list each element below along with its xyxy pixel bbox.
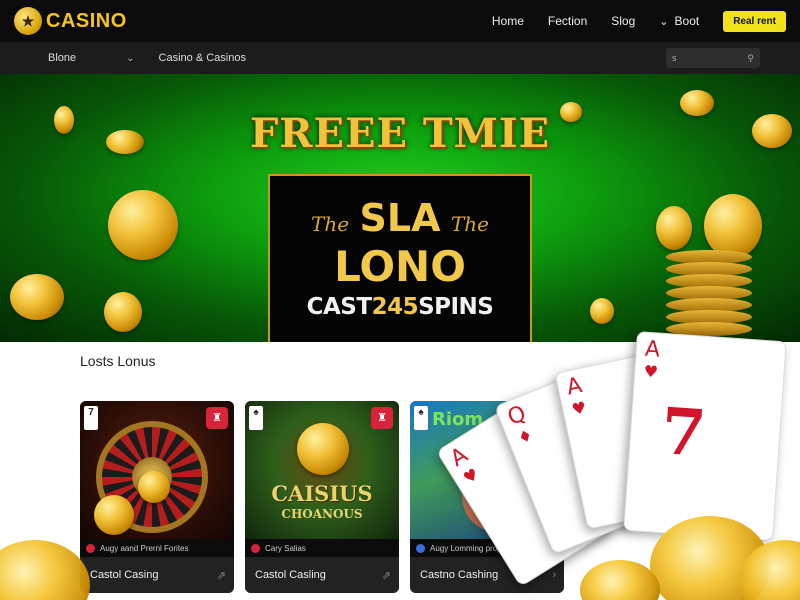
- logo-text: CASINO: [46, 9, 127, 32]
- art-subtitle: CHOANOUS: [281, 507, 363, 521]
- category-selector[interactable]: Blone ⌄: [48, 52, 135, 64]
- card-footer[interactable]: Castol Casing ⇗: [80, 557, 234, 593]
- nav-link-slog[interactable]: Slog: [611, 14, 635, 28]
- search-icon: ⚲: [747, 52, 754, 63]
- card-info-text: Cary Salias: [265, 543, 306, 553]
- gold-coin-icon: [94, 495, 134, 535]
- arrow-up-right-icon[interactable]: ⇗: [217, 569, 226, 582]
- card-big-seven: 7: [658, 394, 709, 472]
- coin-stack-icon: [666, 250, 752, 342]
- hero-title: FREEE TMIE: [249, 110, 551, 157]
- promo-spins: CAST245SPINS: [270, 294, 530, 320]
- card-suit-badge: ♠: [414, 406, 428, 430]
- info-dot-icon: [86, 543, 95, 553]
- promo-number: 245: [371, 294, 419, 320]
- gold-coin-icon: [656, 206, 692, 250]
- real-rent-button[interactable]: Real rent: [723, 10, 786, 32]
- section-title: Losts Lonus: [80, 353, 156, 369]
- logo-star-icon: ★: [14, 7, 42, 35]
- search-placeholder: s: [672, 53, 677, 63]
- art-title: CAISIUS: [271, 481, 373, 506]
- logo[interactable]: ★ CASINO: [14, 7, 127, 35]
- info-dot-icon: [416, 543, 425, 553]
- gold-coin-icon: [108, 190, 178, 260]
- search-input[interactable]: s ⚲: [666, 48, 760, 68]
- chevron-right-icon[interactable]: ›: [552, 569, 556, 581]
- nav-link-fection[interactable]: Fection: [548, 14, 587, 28]
- card-rank: A ♥: [564, 373, 589, 421]
- game-card[interactable]: CAISIUS CHOANOUS ♠ ♜ Cary Salias Castol …: [245, 401, 399, 593]
- info-dot-icon: [251, 543, 260, 553]
- gold-coin-icon: [580, 560, 660, 600]
- playing-card: A ♥ 7: [623, 331, 787, 541]
- promo-spins-label: SPINS: [418, 294, 494, 320]
- card-rank-letter: A: [644, 336, 661, 363]
- promo-the-right: The: [450, 212, 490, 236]
- gold-coin-icon: [138, 471, 170, 503]
- promo-lono: LONO: [334, 242, 466, 291]
- bookmark-icon[interactable]: ♜: [371, 407, 393, 429]
- breadcrumb[interactable]: Casino & Casinos: [159, 52, 246, 64]
- nav-link-boot[interactable]: Boot: [675, 14, 700, 28]
- card-title: Castno Cashing: [420, 569, 499, 581]
- card-rank: Q ♦: [504, 401, 538, 450]
- nav-link-home[interactable]: Home: [492, 14, 524, 28]
- heart-icon: ♥: [643, 361, 659, 382]
- promo-headline: The SLA The: [270, 196, 530, 240]
- diamond-icon: ♦: [514, 424, 536, 448]
- card-footer[interactable]: Castol Casling ⇗: [245, 557, 399, 593]
- card-suit-badge: ♠: [249, 406, 263, 430]
- arrow-up-right-icon[interactable]: ⇗: [382, 569, 391, 582]
- promo-panel[interactable]: The SLA The LONO CAST245SPINS: [268, 174, 532, 342]
- bookmark-icon[interactable]: ♜: [206, 407, 228, 429]
- gold-coin-icon: [0, 540, 90, 600]
- card-info-text: Augy aand Prernl Forites: [100, 543, 189, 553]
- gold-coin-icon: [704, 194, 762, 258]
- promo-the-left: The: [310, 212, 350, 236]
- card-info-bar: Augy aand Prernl Forites: [80, 539, 234, 557]
- top-navigation: ★ CASINO Home Fection Slog ⌄ Boot Real r…: [0, 0, 800, 42]
- card-rank-badge: 7: [84, 406, 98, 430]
- chevron-down-icon: ⌄: [126, 52, 135, 64]
- hero-banner[interactable]: FREEE TMIE The SLA The LONO CAST245SPINS: [0, 74, 800, 342]
- main-nav: Home Fection Slog ⌄ Boot Real rent: [492, 10, 786, 32]
- secondary-bar: Blone ⌄ Casino & Casinos s ⚲: [0, 42, 800, 74]
- gold-coin-icon: [590, 298, 614, 324]
- promo-cast: CAST: [306, 294, 372, 320]
- gold-coin-icon: [10, 274, 64, 320]
- game-card[interactable]: 7 ♜ Augy aand Prernl Forites Castol Casi…: [80, 401, 234, 593]
- heart-icon: ♥: [569, 397, 588, 420]
- card-info-bar: Cary Salias: [245, 539, 399, 557]
- gold-coin-icon: [297, 423, 349, 475]
- promo-sla: SLA: [359, 196, 441, 240]
- card-rank: A ♥: [643, 336, 661, 384]
- chevron-down-icon[interactable]: ⌄: [659, 15, 668, 28]
- category-selector-label: Blone: [48, 52, 77, 64]
- card-title: Castol Casling: [255, 569, 326, 581]
- gold-coin-icon: [104, 292, 142, 332]
- card-title: Castol Casing: [90, 569, 159, 581]
